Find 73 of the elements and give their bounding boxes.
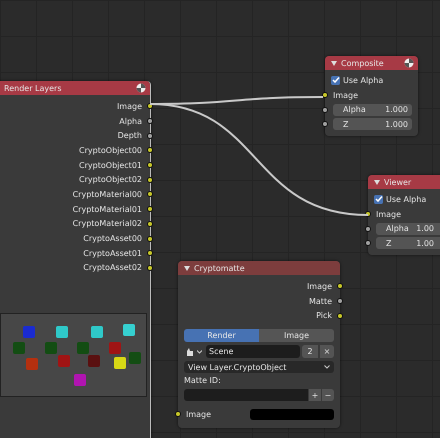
socket-label: CryptoAsset00 <box>83 234 142 244</box>
input-socket[interactable] <box>322 92 328 98</box>
checkbox-label: Use Alpha <box>386 194 426 204</box>
socket-label: Pick <box>316 311 332 320</box>
socket-label: CryptoMaterial00 <box>72 190 142 199</box>
number-field[interactable]: Z 1.00 <box>376 237 440 250</box>
scene-icon <box>186 346 195 357</box>
socket-label: Image <box>376 210 402 219</box>
collapse-icon[interactable] <box>331 60 337 66</box>
matte-id-field[interactable] <box>184 389 308 402</box>
node-title: Viewer <box>384 178 412 186</box>
checkbox[interactable] <box>374 194 383 204</box>
node-title: Render Layers <box>4 84 62 92</box>
output-socket[interactable] <box>147 176 153 183</box>
socket-label: Alpha <box>119 116 142 126</box>
number-field[interactable]: Alpha 1.000 <box>333 104 412 116</box>
output-socket[interactable] <box>337 312 343 319</box>
socket-label: CryptoMaterial02 <box>72 219 142 228</box>
collapse-icon[interactable] <box>374 180 380 184</box>
output-socket[interactable] <box>147 118 153 124</box>
node-header[interactable]: Viewer <box>368 175 440 189</box>
layer-dropdown[interactable]: View Layer.CryptoObject <box>184 361 334 374</box>
number-field[interactable]: Alpha 1.00 <box>376 222 440 235</box>
node-header[interactable]: Composite <box>325 56 418 70</box>
render-icon <box>136 83 146 93</box>
socket-label: Matte <box>309 296 332 306</box>
add-button[interactable]: + <box>309 389 321 402</box>
caret-icon <box>197 350 202 354</box>
input-socket[interactable] <box>322 106 328 113</box>
input-socket[interactable] <box>175 411 181 418</box>
socket-label: CryptoAsset01 <box>83 248 142 258</box>
socket-label: Image <box>333 90 358 100</box>
output-socket[interactable] <box>147 147 153 154</box>
caret-icon <box>324 365 330 370</box>
socket-label: CryptoMaterial01 <box>72 204 142 214</box>
checkbox[interactable] <box>331 76 340 84</box>
output-socket[interactable] <box>337 283 343 290</box>
socket-label: Depth <box>118 131 142 140</box>
source-tab[interactable]: Render <box>184 329 259 342</box>
output-socket[interactable] <box>147 162 153 168</box>
node-header[interactable]: Cryptomatte <box>178 261 340 275</box>
output-socket[interactable] <box>147 220 153 227</box>
source-tab[interactable]: Image <box>259 329 334 342</box>
input-socket[interactable] <box>365 226 371 232</box>
collapse-icon[interactable] <box>184 266 190 270</box>
socket-label: Image <box>306 282 332 291</box>
unlink-button[interactable]: × <box>320 345 334 358</box>
input-socket[interactable] <box>322 121 328 128</box>
node-title: Composite <box>341 58 385 68</box>
remove-button[interactable]: − <box>322 389 334 402</box>
user-count[interactable]: 2 <box>302 345 318 358</box>
output-socket[interactable] <box>147 236 153 242</box>
output-socket[interactable] <box>147 264 153 271</box>
render-icon <box>404 58 414 68</box>
node-title: Cryptomatte <box>194 264 246 272</box>
output-socket[interactable] <box>147 132 153 139</box>
node-header[interactable]: Render Layers <box>0 81 150 95</box>
checkbox-label: Use Alpha <box>343 76 384 84</box>
socket-label: CryptoObject01 <box>79 160 142 170</box>
color-swatch[interactable] <box>250 408 334 420</box>
output-socket[interactable] <box>147 206 153 212</box>
socket-label: CryptoObject02 <box>79 175 142 184</box>
socket-label: Image <box>116 102 142 111</box>
socket-label: CryptoObject00 <box>79 146 142 155</box>
socket-label: CryptoAsset02 <box>83 263 142 272</box>
number-field[interactable]: Z 1.000 <box>333 118 412 130</box>
socket-label: Image <box>186 410 212 419</box>
input-socket[interactable] <box>365 240 371 246</box>
output-socket[interactable] <box>147 191 153 198</box>
output-socket[interactable] <box>337 298 343 304</box>
scene-field[interactable]: Scene <box>206 345 300 358</box>
field-label: Matte ID: <box>184 376 222 386</box>
output-socket[interactable] <box>147 250 153 256</box>
